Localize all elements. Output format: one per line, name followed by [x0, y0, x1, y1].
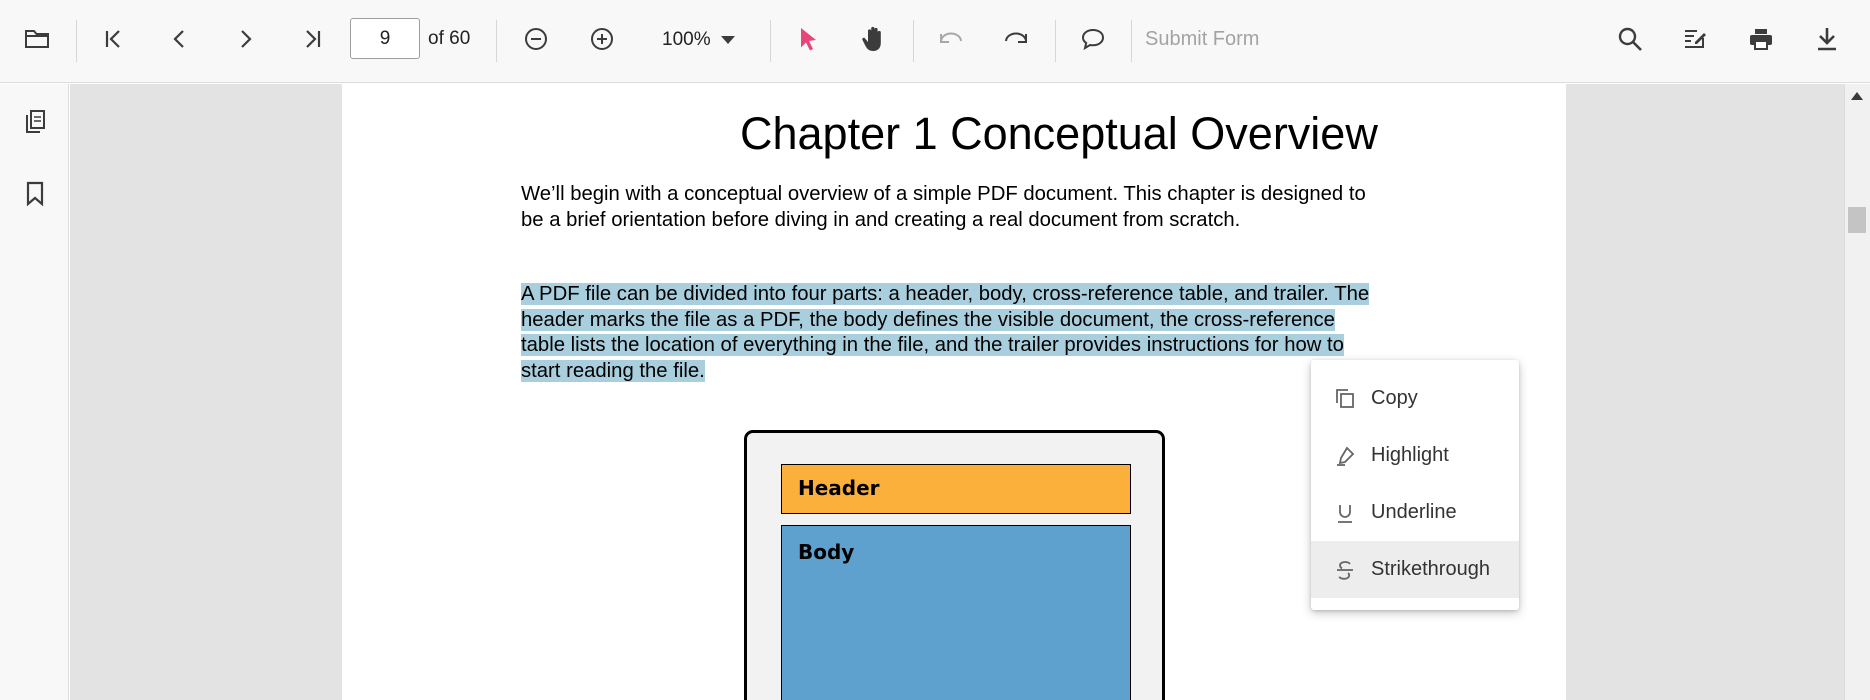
download-icon [1818, 28, 1836, 51]
context-menu-copy[interactable]: Copy [1311, 370, 1519, 427]
page-thumbnails-button[interactable] [12, 99, 58, 145]
last-page-button[interactable] [287, 14, 337, 64]
search-button[interactable] [1605, 14, 1655, 64]
folder-icon [25, 30, 49, 48]
page-thumbnails-icon [26, 110, 45, 133]
pdf-structure-diagram: Header Body [744, 430, 1165, 700]
search-icon [1618, 27, 1642, 51]
bookmarks-button[interactable] [12, 171, 58, 217]
zoom-in-icon [591, 28, 613, 50]
redo-icon [1005, 32, 1027, 43]
scrollbar-thumb[interactable] [1848, 207, 1866, 233]
zoom-out-button[interactable] [511, 14, 561, 64]
diagram-body-block: Body [781, 525, 1131, 700]
print-button[interactable] [1736, 14, 1786, 64]
first-page-icon [105, 30, 120, 48]
edit-annotation-icon [1685, 30, 1706, 48]
context-menu-label: Copy [1371, 387, 1418, 409]
context-menu-label: Strikethrough [1371, 558, 1490, 580]
underline-icon [1338, 504, 1352, 523]
submit-form-button[interactable]: Submit Form [1145, 28, 1259, 51]
strikethrough-icon [1337, 560, 1353, 580]
selection-cursor-icon [801, 28, 816, 51]
diagram-header-block: Header [781, 464, 1131, 514]
undo-button[interactable] [926, 14, 976, 64]
undo-icon [940, 32, 962, 43]
chapter-title: Chapter 1 Conceptual Overview [740, 108, 1378, 159]
paragraph-selected[interactable]: A PDF file can be divided into four part… [521, 282, 1381, 384]
previous-page-icon [173, 30, 184, 48]
previous-page-button[interactable] [155, 14, 205, 64]
context-menu-label: Highlight [1371, 444, 1449, 466]
toolbar-separator [770, 20, 771, 62]
pan-hand-icon [862, 26, 881, 51]
edit-annotation-button[interactable] [1670, 14, 1720, 64]
toolbar-separator [76, 20, 77, 62]
redo-button[interactable] [991, 14, 1041, 64]
bookmark-icon [26, 181, 44, 207]
page-number-input[interactable] [350, 18, 420, 59]
context-menu-highlight[interactable]: Highlight [1311, 427, 1519, 484]
toolbar: of 60 100% Submit Form [0, 0, 1870, 83]
toolbar-separator [1055, 20, 1056, 62]
vertical-scrollbar[interactable] [1844, 84, 1870, 700]
last-page-icon [306, 30, 321, 48]
toolbar-separator [913, 20, 914, 62]
toolbar-separator [1131, 20, 1132, 62]
toolbar-separator [496, 20, 497, 62]
highlight-icon [1337, 446, 1355, 466]
pan-tool-button[interactable] [849, 14, 899, 64]
context-menu-strikethrough[interactable]: Strikethrough [1311, 541, 1519, 598]
comment-button[interactable] [1068, 14, 1118, 64]
download-button[interactable] [1802, 14, 1852, 64]
next-page-icon [241, 30, 252, 48]
context-menu-underline[interactable]: Underline [1311, 484, 1519, 541]
document-viewer[interactable]: Chapter 1 Conceptual Overview We’ll begi… [70, 84, 1844, 700]
scroll-up-arrow-icon[interactable] [1851, 92, 1863, 100]
text-context-menu: Copy Highlight Underline Strikethrough [1311, 360, 1519, 610]
text-selection-tool-button[interactable] [783, 14, 833, 64]
chevron-down-icon [720, 36, 735, 44]
navigation-sidebar [0, 84, 69, 700]
first-page-button[interactable] [89, 14, 139, 64]
context-menu-label: Underline [1371, 501, 1457, 523]
copy-icon [1336, 388, 1354, 408]
next-page-button[interactable] [220, 14, 270, 64]
print-icon [1750, 29, 1772, 50]
zoom-dropdown[interactable]: 100% [650, 18, 750, 62]
page-total-label: of 60 [428, 28, 471, 49]
zoom-out-icon [525, 28, 547, 50]
open-file-button[interactable] [12, 14, 62, 64]
comment-icon [1081, 28, 1105, 51]
paragraph-intro: We’ll begin with a conceptual overview o… [521, 183, 1366, 231]
zoom-value: 100% [662, 29, 711, 50]
selected-text[interactable]: A PDF file can be divided into four part… [521, 283, 1370, 382]
zoom-in-button[interactable] [577, 14, 627, 64]
